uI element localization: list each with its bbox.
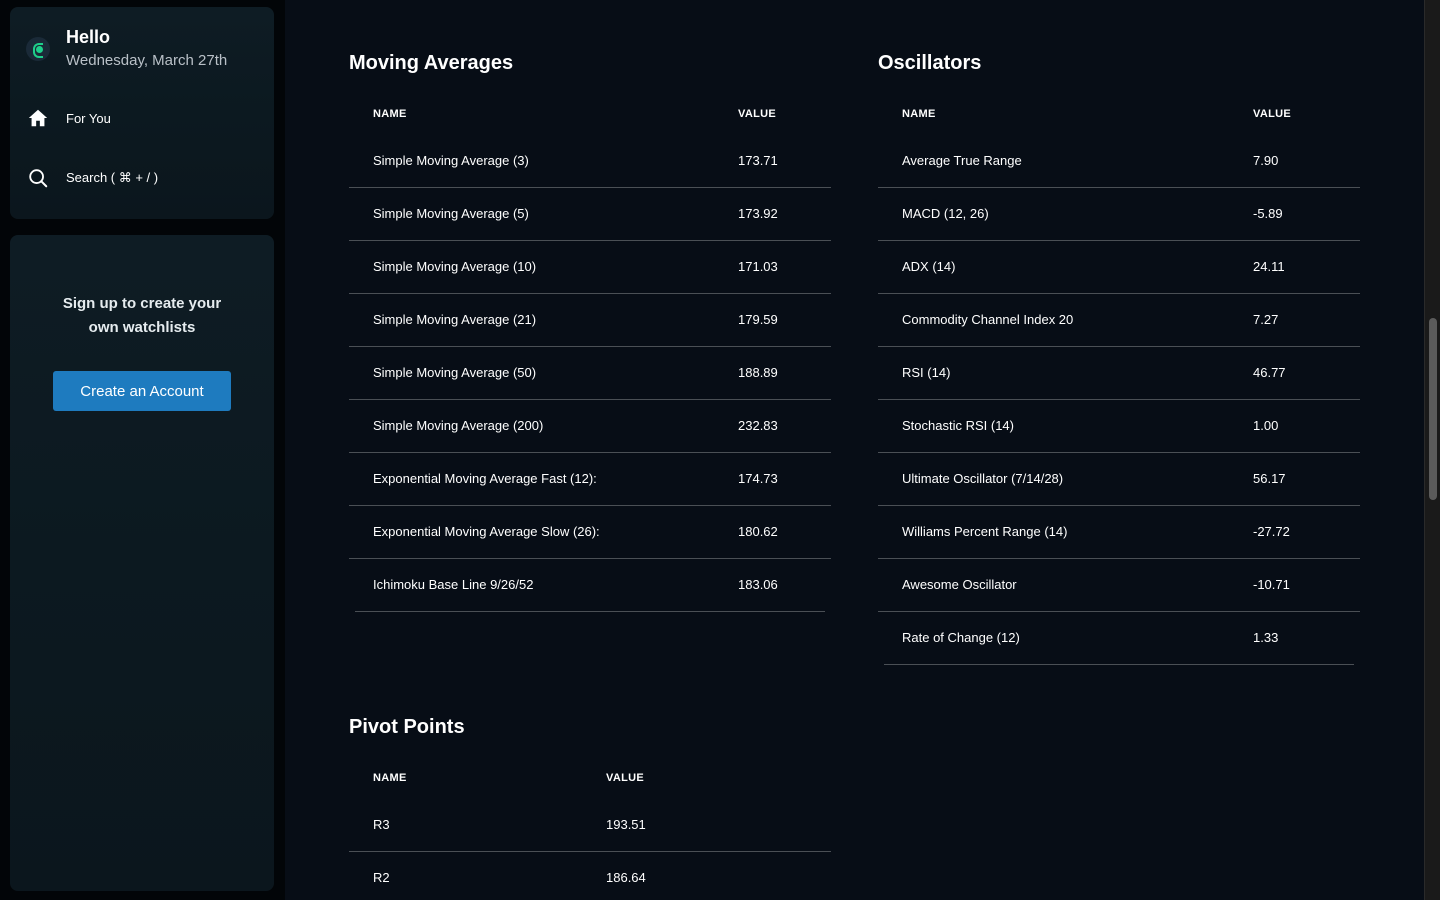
create-account-button[interactable]: Create an Account xyxy=(53,371,231,411)
table-row: Ichimoku Base Line 9/26/52 183.06 xyxy=(349,559,831,612)
row-name: R2 xyxy=(373,870,390,885)
row-value: 7.27 xyxy=(1253,312,1279,327)
row-name: Williams Percent Range (14) xyxy=(902,524,1068,539)
column-header-value: VALUE xyxy=(606,772,644,784)
table-row: Simple Moving Average (21) 179.59 xyxy=(349,294,831,347)
nav-item-label: Search ( ⌘ + / ) xyxy=(66,170,159,185)
row-name: Simple Moving Average (50) xyxy=(373,365,537,380)
table-row: Average True Range 7.90 xyxy=(878,135,1360,188)
table-row: Simple Moving Average (50) 188.89 xyxy=(349,347,831,400)
row-name: Awesome Oscillator xyxy=(902,577,1017,592)
section-title: Moving Averages xyxy=(349,52,514,74)
table-row: Simple Moving Average (3) 173.71 xyxy=(349,135,831,188)
row-value: 179.59 xyxy=(738,312,778,327)
column-header-name: NAME xyxy=(373,772,407,784)
greeting-title: Hello xyxy=(66,27,111,47)
greeting-date: Wednesday, March 27th xyxy=(66,52,228,69)
row-value: 56.17 xyxy=(1253,471,1286,486)
column-header-name: NAME xyxy=(902,108,936,120)
row-name: Commodity Channel Index 20 xyxy=(902,312,1074,327)
row-value: 173.71 xyxy=(738,153,778,168)
table-row: Ultimate Oscillator (7/14/28) 56.17 xyxy=(878,453,1360,506)
row-value: -5.89 xyxy=(1253,206,1283,221)
row-name: Simple Moving Average (3) xyxy=(373,153,529,168)
row-value: 183.06 xyxy=(738,577,778,592)
table-row: Stochastic RSI (14) 1.00 xyxy=(878,400,1360,453)
sidebar-top-panel: Hello Wednesday, March 27th For You Sear… xyxy=(10,7,274,219)
row-value: 174.73 xyxy=(738,471,778,486)
sidebar: Hello Wednesday, March 27th For You Sear… xyxy=(0,0,285,900)
row-value: 1.33 xyxy=(1253,630,1279,645)
row-value: 7.90 xyxy=(1253,153,1279,168)
sidebar-watchlist-panel: Sign up to create your own watchlists Cr… xyxy=(10,235,274,891)
row-value: 186.64 xyxy=(606,870,646,885)
row-name: Simple Moving Average (5) xyxy=(373,206,529,221)
table-row: RSI (14) 46.77 xyxy=(878,347,1360,400)
table-row: Exponential Moving Average Slow (26): 180… xyxy=(349,506,831,559)
column-header-value: VALUE xyxy=(1253,108,1291,120)
row-name: RSI (14) xyxy=(902,365,951,380)
section-title: Pivot Points xyxy=(349,716,465,738)
table-row: R2 186.64 xyxy=(349,852,831,900)
search-icon xyxy=(26,166,50,190)
row-value: 188.89 xyxy=(738,365,778,380)
section-title: Oscillators xyxy=(878,52,982,74)
row-name: Ultimate Oscillator (7/14/28) xyxy=(902,471,1064,486)
row-value: -27.72 xyxy=(1253,524,1290,539)
row-value: -10.71 xyxy=(1253,577,1290,592)
table-row: Williams Percent Range (14) -27.72 xyxy=(878,506,1360,559)
row-value: 193.51 xyxy=(606,817,646,832)
table-row: Simple Moving Average (200) 232.83 xyxy=(349,400,831,453)
logo-icon[interactable] xyxy=(26,37,50,61)
table-row: Exponential Moving Average Fast (12): 174… xyxy=(349,453,831,506)
row-value: 24.11 xyxy=(1253,259,1285,274)
table-row: Commodity Channel Index 20 7.27 xyxy=(878,294,1360,347)
table-row: Rate of Change (12) 1.33 xyxy=(878,612,1360,665)
pivot-points-section: Pivot Points NAME VALUE R3 193.51 R2 186.64 xyxy=(349,716,831,885)
table-row: R3 193.51 xyxy=(349,799,831,852)
row-name: Rate of Change (12) xyxy=(902,630,1020,645)
nav-item-label: For You xyxy=(66,110,111,126)
row-name: ADX (14) xyxy=(902,259,956,274)
column-header-value: VALUE xyxy=(738,108,776,120)
signup-line-1: Sign up to create your xyxy=(62,295,222,312)
moving-averages-section: Moving Averages NAME VALUE Simple Moving… xyxy=(349,52,831,612)
row-name: Simple Moving Average (10) xyxy=(373,259,537,274)
row-value: 180.62 xyxy=(738,524,778,539)
row-name: Exponential Moving Average Fast (12): xyxy=(373,471,597,486)
row-value: 232.83 xyxy=(738,418,778,433)
home-icon xyxy=(26,106,50,130)
scrollbar-thumb[interactable] xyxy=(1429,318,1437,500)
row-name: Average True Range xyxy=(902,153,1022,168)
row-name: MACD (12, 26) xyxy=(902,206,989,221)
row-name: Ichimoku Base Line 9/26/52 xyxy=(373,577,534,592)
row-name: Exponential Moving Average Slow (26): xyxy=(373,524,600,539)
table-row: ADX (14) 24.11 xyxy=(878,241,1360,294)
row-name: Stochastic RSI (14) xyxy=(902,418,1014,433)
row-value: 1.00 xyxy=(1253,418,1279,433)
nav-item-for-you[interactable]: For You xyxy=(26,106,111,130)
oscillators-section: Oscillators NAME VALUE Average True Rang… xyxy=(878,52,1360,665)
row-value: 46.77 xyxy=(1253,365,1286,380)
app-window: Hello Wednesday, March 27th For You Sear… xyxy=(0,0,1440,900)
greeting: Hello Wednesday, March 27th xyxy=(26,27,227,69)
table-row: MACD (12, 26) -5.89 xyxy=(878,188,1360,241)
row-value: 171.03 xyxy=(738,259,778,274)
column-header-name: NAME xyxy=(373,108,407,120)
row-name: Simple Moving Average (21) xyxy=(373,312,537,327)
main-content: Moving Averages NAME VALUE Simple Moving… xyxy=(285,0,1424,900)
table-row: Simple Moving Average (5) 173.92 xyxy=(349,188,831,241)
row-name: R3 xyxy=(373,817,390,832)
scrollbar[interactable] xyxy=(1424,0,1440,900)
table-row: Awesome Oscillator -10.71 xyxy=(878,559,1360,612)
nav-item-search[interactable]: Search ( ⌘ + / ) xyxy=(26,166,158,190)
row-value: 173.92 xyxy=(738,206,778,221)
signup-line-2: own watchlists xyxy=(88,319,196,336)
signup-prompt: Sign up to create your own watchlists xyxy=(10,292,274,340)
table-row: Simple Moving Average (10) 171.03 xyxy=(349,241,831,294)
row-name: Simple Moving Average (200) xyxy=(373,418,544,433)
